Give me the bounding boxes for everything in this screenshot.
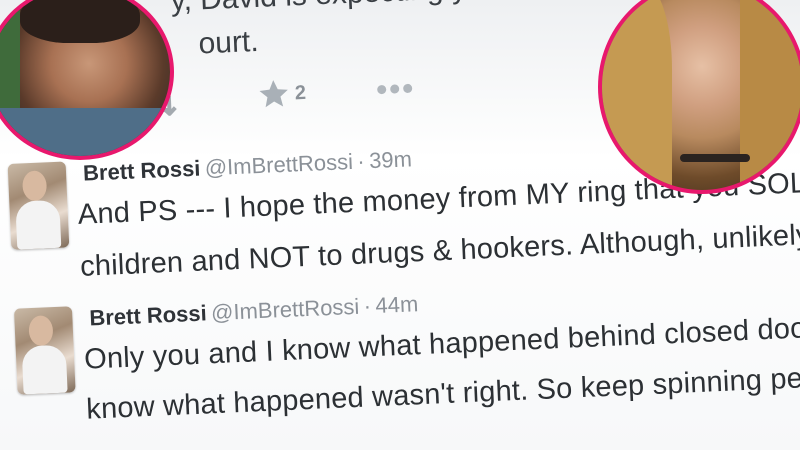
star-icon[interactable] bbox=[256, 77, 292, 117]
tweet-timestamp[interactable]: 39m bbox=[369, 146, 413, 173]
tweet-author-handle[interactable]: @ImBrettRossi bbox=[211, 294, 360, 325]
tweet-author-name[interactable]: Brett Rossi bbox=[83, 156, 201, 186]
screenshot-stage: y, David is expecting your call... ourt.… bbox=[0, 0, 800, 450]
top-tweet-line-2: ourt. bbox=[197, 24, 260, 61]
tweet-actions: 2 bbox=[147, 70, 445, 121]
separator-dot: · bbox=[356, 148, 366, 174]
tweet-author-name[interactable]: Brett Rossi bbox=[89, 300, 207, 330]
portrait-inset-right bbox=[598, 0, 800, 194]
top-tweet-line-1: y, David is expecting your call... bbox=[170, 0, 589, 22]
portrait-hair bbox=[20, 0, 140, 43]
top-tweet-text: y, David is expecting your call... ourt. bbox=[170, 0, 589, 61]
tweet-text-line-2: children and NOT to drugs & hookers. Alt… bbox=[79, 218, 800, 283]
portrait-inset-left bbox=[0, 0, 174, 160]
tweet-timestamp[interactable]: 44m bbox=[375, 291, 419, 318]
avatar[interactable] bbox=[13, 306, 76, 395]
portrait-necklace bbox=[680, 154, 750, 162]
tweet-header: Brett Rossi @ImBrettRossi · 44m bbox=[89, 291, 419, 331]
tweet-author-handle[interactable]: @ImBrettRossi bbox=[204, 149, 353, 180]
portrait-hair-left bbox=[602, 0, 672, 190]
portrait-hair-right bbox=[740, 0, 800, 190]
separator-dot: · bbox=[363, 293, 372, 319]
more-dots-icon[interactable] bbox=[374, 81, 415, 102]
favorite-count: 2 bbox=[294, 81, 307, 105]
portrait-shirt bbox=[0, 108, 170, 156]
avatar[interactable] bbox=[7, 161, 70, 250]
